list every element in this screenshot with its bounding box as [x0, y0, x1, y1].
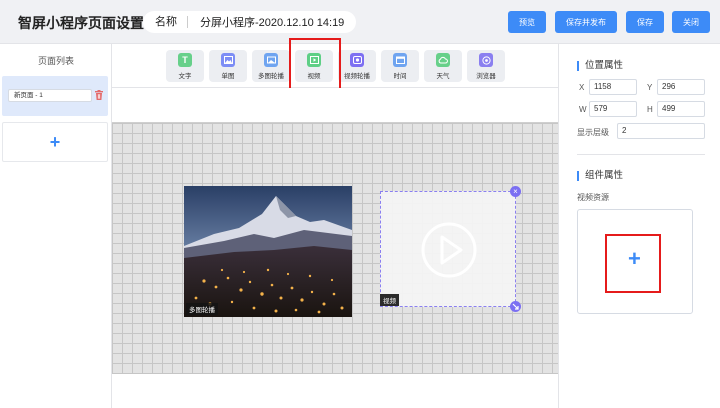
save-button[interactable]: 保存 — [626, 11, 664, 33]
canvas-top-margin — [112, 88, 558, 122]
section-divider — [577, 154, 705, 155]
weather-icon — [436, 53, 450, 67]
preview-button[interactable]: 预览 — [508, 11, 546, 33]
position-section-title: 位置属性 — [577, 61, 623, 71]
trash-icon[interactable] — [95, 90, 103, 100]
carousel-icon — [264, 53, 278, 67]
video-widget-tag: 视频 — [380, 294, 399, 306]
browser-icon — [479, 53, 493, 67]
tool-text[interactable]: T 文字 — [166, 50, 204, 82]
page-list-heading: 页面列表 — [37, 56, 74, 66]
tool-label: 多图轮播 — [258, 73, 284, 80]
tool-label: 浏览器 — [476, 73, 496, 80]
clock-icon — [393, 53, 407, 67]
close-button[interactable]: 关闭 — [672, 11, 710, 33]
x-label: X — [579, 83, 585, 92]
tool-label: 天气 — [436, 73, 450, 80]
widget-close-icon[interactable]: × — [510, 186, 521, 197]
save-publish-button[interactable]: 保存并发布 — [555, 11, 617, 33]
canvas-bottom-margin — [112, 374, 558, 408]
y-input[interactable]: 296 — [657, 79, 705, 95]
tool-carousel[interactable]: 多图轮播 — [252, 50, 290, 82]
add-page-button[interactable]: + — [2, 122, 108, 162]
upload-highlight — [605, 234, 661, 293]
y-label: Y — [647, 83, 653, 92]
properties-panel: 位置属性 X 1158 Y 296 W 579 H 499 显示层级 2 组件属… — [558, 44, 720, 408]
plus-icon: + — [49, 132, 61, 152]
h-label: H — [647, 105, 653, 114]
name-field[interactable]: 名称 分屏小程序-2020.12.10 14:19 — [143, 11, 356, 33]
text-icon: T — [178, 53, 192, 67]
page-title: 智屏小程序页面设置 — [18, 15, 144, 31]
h-input[interactable]: 499 — [657, 101, 705, 117]
tool-image[interactable]: 单图 — [209, 50, 247, 82]
page-name-input[interactable]: 新页面 - 1 — [8, 89, 92, 102]
image-icon — [221, 53, 235, 67]
tool-label: 时间 — [393, 73, 407, 80]
resize-arrow-icon — [512, 303, 519, 310]
mountain-village-image — [184, 186, 352, 317]
page-list-panel: 页面列表 新页面 - 1 + — [0, 44, 112, 408]
play-icon — [421, 222, 477, 278]
name-label: 名称 — [143, 16, 188, 28]
video-carousel-icon — [350, 53, 364, 67]
carousel-widget-tag: 多图轮播 — [186, 303, 218, 315]
x-input[interactable]: 1158 — [589, 79, 637, 95]
tool-time[interactable]: 时间 — [381, 50, 419, 82]
video-widget[interactable] — [380, 191, 516, 307]
tool-label: 单图 — [221, 73, 235, 80]
video-source-label: 视频资源 — [577, 193, 609, 202]
tool-label: 文字 — [178, 73, 192, 80]
tool-video-carousel[interactable]: 视频轮播 — [338, 50, 376, 82]
layer-label: 显示层级 — [577, 128, 609, 137]
w-label: W — [579, 105, 587, 114]
carousel-widget[interactable]: 多图轮播 — [184, 186, 352, 317]
w-input[interactable]: 579 — [589, 101, 637, 117]
name-input[interactable]: 分屏小程序-2020.12.10 14:19 — [188, 14, 344, 30]
tool-weather[interactable]: 天气 — [424, 50, 462, 82]
page-list-item[interactable]: 新页面 - 1 — [2, 76, 108, 116]
component-section-title: 组件属性 — [577, 171, 623, 181]
top-header: 智屏小程序页面设置 名称 分屏小程序-2020.12.10 14:19 预览 保… — [0, 0, 720, 44]
widget-resize-handle[interactable] — [510, 301, 521, 312]
tool-browser[interactable]: 浏览器 — [467, 50, 505, 82]
layer-input[interactable]: 2 — [617, 123, 705, 139]
